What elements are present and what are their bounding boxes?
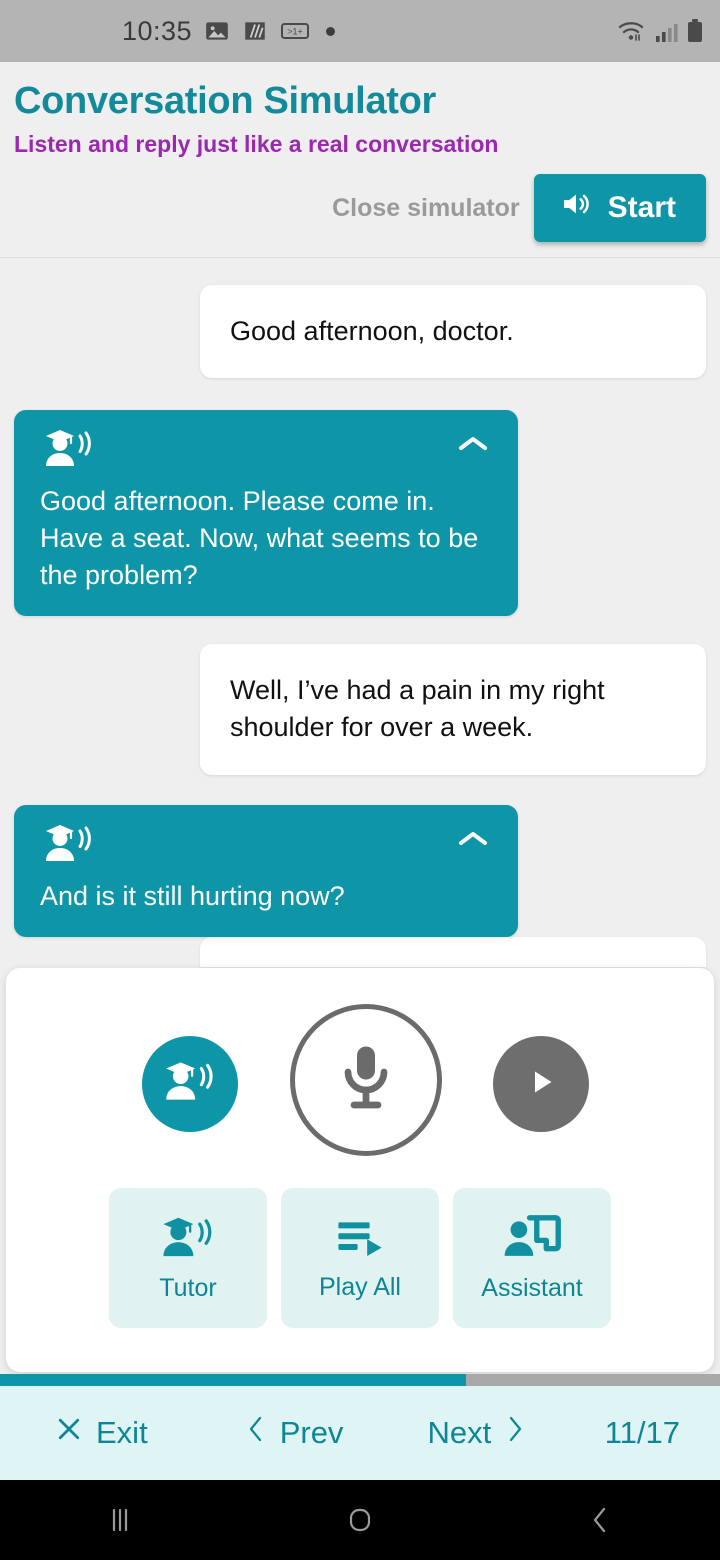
home-icon[interactable] — [240, 1503, 480, 1537]
chevron-right-icon — [503, 1414, 527, 1452]
chat-row-tutor: And is it still hurting now? — [0, 804, 720, 937]
wifi-icon — [616, 18, 646, 44]
panel-primary-controls — [6, 968, 714, 1188]
next-message-bubble-peek — [200, 936, 706, 967]
battery-icon — [686, 18, 704, 44]
exit-button[interactable]: Exit — [54, 1414, 148, 1452]
tutor-bubble-header — [40, 426, 496, 477]
recents-icon[interactable] — [0, 1503, 240, 1537]
page-counter: 11/17 — [604, 1415, 680, 1450]
play-button[interactable] — [493, 1036, 589, 1132]
chat-row-tutor: Good afternoon. Please come in. Have a s… — [0, 410, 720, 617]
next-button[interactable]: Next — [427, 1414, 527, 1452]
status-bar-clock: 10:35 — [122, 15, 193, 46]
tutor-avatar-icon — [40, 821, 98, 872]
close-icon — [54, 1414, 84, 1452]
user-message-bubble[interactable]: Well, I’ve had a pain in my right should… — [200, 644, 706, 775]
start-button[interactable]: Start — [533, 174, 706, 242]
assistant-action-button[interactable]: Assistant — [453, 1188, 611, 1328]
cellular-signal-icon — [654, 20, 678, 44]
back-icon[interactable] — [480, 1503, 720, 1537]
microphone-icon — [329, 1039, 403, 1122]
start-button-label: Start — [607, 191, 676, 224]
lesson-progress-fill — [0, 1374, 466, 1386]
assistant-action-label: Assistant — [481, 1274, 583, 1302]
tutor-avatar-icon — [40, 426, 98, 477]
chat-row-user: Well, I’ve had a pain in my right should… — [0, 644, 720, 775]
prev-button[interactable]: Prev — [244, 1414, 344, 1452]
app-screen: 10:35 >1+ Conversation Simulator Listen … — [0, 0, 720, 1560]
tutor-action-label: Tutor — [159, 1274, 217, 1302]
tutor-message-bubble[interactable]: And is it still hurting now? — [14, 804, 518, 937]
assistant-board-icon — [502, 1213, 562, 1266]
playlist-play-icon — [331, 1214, 389, 1265]
chevron-up-icon[interactable] — [456, 821, 496, 856]
user-message-bubble[interactable]: Good afternoon, doctor. — [200, 285, 706, 379]
chat-row-user: Good afternoon, doctor. — [0, 285, 720, 379]
android-nav-bar — [0, 1480, 720, 1560]
microphone-record-button[interactable] — [290, 1004, 442, 1156]
tutor-message-bubble[interactable]: Good afternoon. Please come in. Have a s… — [14, 410, 518, 617]
lesson-bottom-nav: Exit Prev Next 11/17 — [0, 1386, 720, 1480]
notification-count-icon: >1+ — [280, 19, 310, 43]
lesson-progress-bar — [0, 1374, 720, 1386]
header-actions: Close simulator Start — [0, 174, 720, 242]
app-header: Conversation Simulator Listen and reply … — [0, 62, 720, 258]
image-icon — [204, 18, 230, 44]
exit-button-label: Exit — [96, 1415, 148, 1450]
chevron-left-icon — [244, 1414, 268, 1452]
page-subtitle: Listen and reply just like a real conver… — [14, 131, 499, 157]
tutor-message-text: Good afternoon. Please come in. Have a s… — [40, 486, 479, 591]
android-status-bar: 10:35 >1+ — [0, 0, 720, 62]
play-icon — [523, 1064, 559, 1105]
slash-icon — [242, 18, 268, 44]
status-bar-left: 10:35 >1+ — [122, 15, 336, 47]
tutor-bubble-header — [40, 821, 496, 872]
play-all-action-label: Play All — [319, 1273, 401, 1301]
tutor-avatar-icon — [157, 1213, 219, 1266]
close-simulator-button[interactable]: Close simulator — [332, 194, 520, 223]
tutor-message-text: And is it still hurting now? — [40, 880, 345, 911]
status-bar-right — [616, 18, 704, 44]
tutor-speak-button[interactable] — [142, 1036, 238, 1132]
svg-text:>1+: >1+ — [287, 27, 303, 37]
tutor-action-button[interactable]: Tutor — [109, 1188, 267, 1328]
speaker-icon — [558, 188, 594, 228]
chevron-up-icon[interactable] — [456, 426, 496, 461]
conversation-control-panel: Tutor Play All Assistant — [6, 968, 714, 1372]
tutor-avatar-icon — [160, 1058, 220, 1111]
next-button-label: Next — [427, 1415, 492, 1450]
panel-action-buttons: Tutor Play All Assistant — [6, 1188, 714, 1328]
prev-button-label: Prev — [279, 1415, 344, 1450]
page-title: Conversation Simulator — [14, 80, 437, 122]
play-all-action-button[interactable]: Play All — [281, 1188, 439, 1328]
dot-icon — [326, 26, 336, 36]
